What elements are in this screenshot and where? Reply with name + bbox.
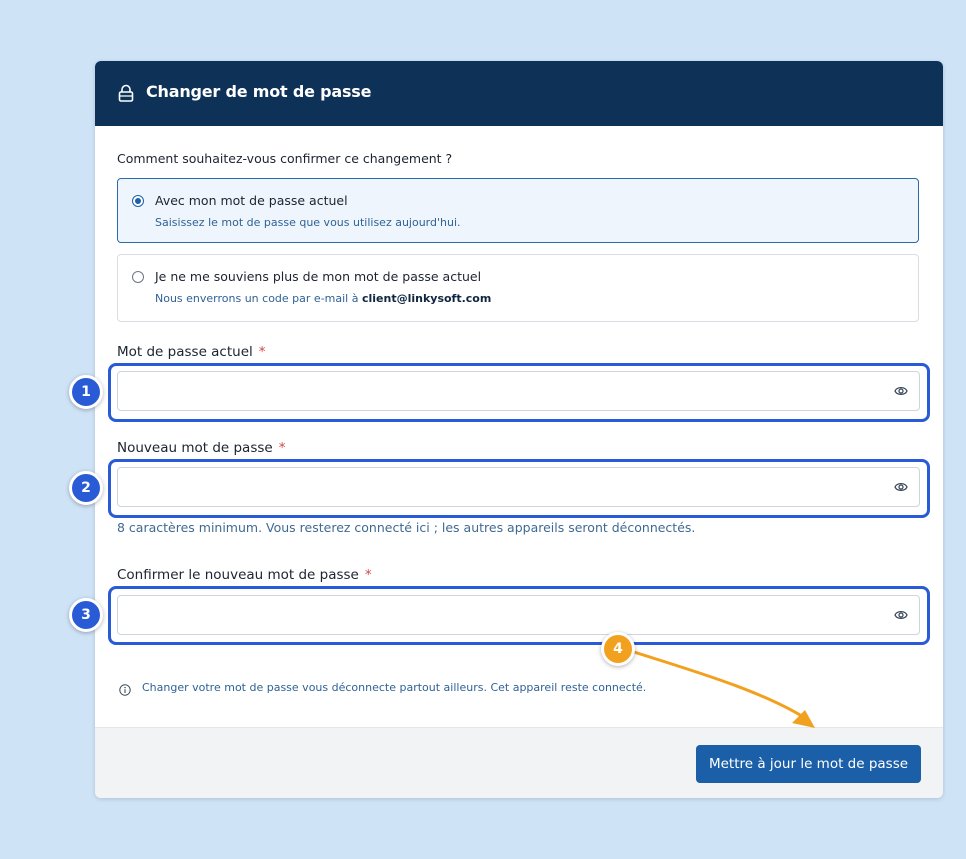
info-text: Changer votre mot de passe vous déconnec… [142,681,647,694]
card-title: Changer de mot de passe [146,82,372,101]
option-description: Nous enverrons un code par e-mail à clie… [155,292,491,305]
option-forgot-password[interactable]: Je ne me souviens plus de mon mot de pas… [117,254,919,322]
new-password-label: Nouveau mot de passe * [117,440,286,456]
highlight-new-password [108,459,930,518]
radio-forgot-password[interactable] [132,271,144,283]
annotation-badge-2: 2 [69,471,103,505]
annotation-arrow [633,650,815,728]
option-description: Saisissez le mot de passe que vous utili… [155,216,461,229]
current-password-label: Mot de passe actuel * [117,344,266,360]
required-mark: * [278,440,286,456]
annotation-badge-3: 3 [69,598,103,632]
annotation-badge-1: 1 [69,375,103,409]
option-description-prefix: Nous enverrons un code par e-mail à [155,292,362,305]
annotation-badge-4: 4 [601,632,635,666]
option-title: Je ne me souviens plus de mon mot de pas… [155,269,482,284]
info-icon [119,684,131,696]
card-header: Changer de mot de passe [95,61,943,126]
confirmation-question: Comment souhaitez-vous confirmer ce chan… [117,151,453,166]
required-mark: * [364,567,372,583]
option-current-password[interactable]: Avec mon mot de passe actuel Saisissez l… [117,178,919,243]
required-mark: * [258,344,266,360]
option-title: Avec mon mot de passe actuel [155,193,348,208]
update-password-button[interactable]: Mettre à jour le mot de passe [696,745,921,783]
lock-icon [118,84,134,102]
confirm-password-label: Confirmer le nouveau mot de passe * [117,567,372,583]
highlight-current-password [108,363,930,422]
email-address: client@linkysoft.com [361,292,492,305]
radio-current-password[interactable] [132,195,144,207]
password-hint: 8 caractères minimum. Vous resterez conn… [117,520,696,535]
